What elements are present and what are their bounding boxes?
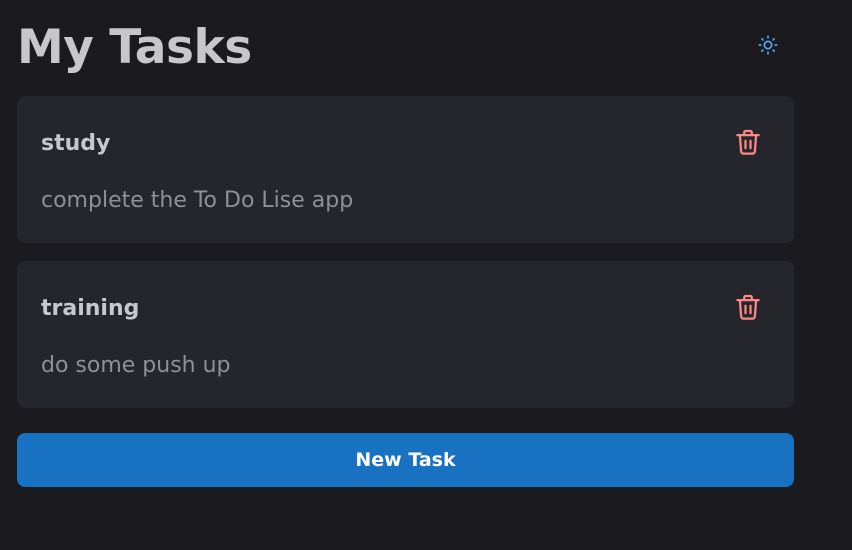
task-title: training <box>41 296 140 321</box>
task-card: study complete the To Do Lise app <box>17 96 794 243</box>
task-card: training do some push up <box>17 261 794 408</box>
trash-icon <box>736 129 760 155</box>
trash-icon <box>736 294 760 320</box>
delete-task-button[interactable] <box>732 125 764 159</box>
sun-icon <box>758 35 778 55</box>
delete-task-button[interactable] <box>732 290 764 324</box>
theme-toggle-button[interactable] <box>755 32 781 58</box>
task-title: study <box>41 131 111 156</box>
new-task-button[interactable]: New Task <box>17 433 794 487</box>
task-description: do some push up <box>41 353 231 378</box>
app-page: My Tasks study complete the To Do Lise a… <box>0 0 852 550</box>
task-description: complete the To Do Lise app <box>41 188 354 213</box>
page-title: My Tasks <box>17 20 252 75</box>
